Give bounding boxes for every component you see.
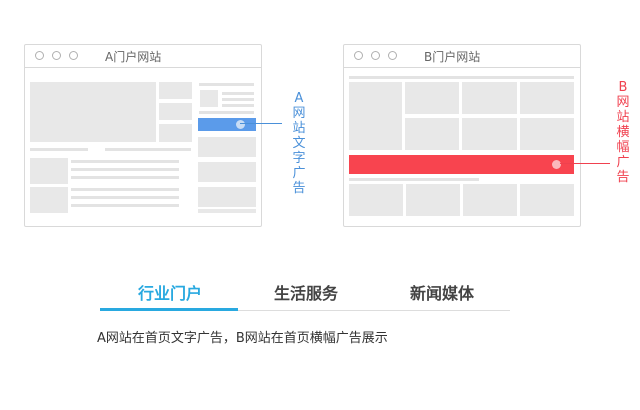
label-char: A bbox=[294, 91, 304, 106]
content-block bbox=[406, 184, 460, 216]
content-block bbox=[520, 184, 574, 216]
tab-industry-portal[interactable]: 行业门户 bbox=[100, 280, 240, 304]
connector-line-a bbox=[240, 123, 282, 124]
content-block bbox=[349, 82, 402, 150]
portal-b-window: B门户网站 bbox=[343, 44, 581, 227]
content-block bbox=[198, 187, 256, 207]
content-block bbox=[463, 184, 517, 216]
window-dot-icon bbox=[52, 51, 61, 60]
portal-a-title: A门户网站 bbox=[105, 50, 162, 64]
content-block bbox=[405, 82, 459, 114]
window-dot-icon bbox=[388, 51, 397, 60]
content-block bbox=[159, 124, 192, 142]
content-block bbox=[462, 82, 517, 114]
window-dot-icon bbox=[371, 51, 380, 60]
text-line bbox=[349, 178, 479, 181]
label-char: 字 bbox=[292, 151, 306, 166]
connector-line-b bbox=[560, 163, 610, 164]
portal-a-titlebar: A门户网站 bbox=[25, 45, 261, 68]
label-char: 广 bbox=[292, 166, 306, 181]
tab-life-services[interactable]: 生活服务 bbox=[236, 280, 376, 304]
label-char: 站 bbox=[292, 121, 306, 136]
content-block bbox=[520, 82, 574, 114]
text-line bbox=[71, 176, 179, 179]
content-block bbox=[159, 82, 192, 99]
window-dot-icon bbox=[354, 51, 363, 60]
text-line bbox=[71, 168, 179, 171]
text-line bbox=[71, 188, 179, 191]
window-dot-icon bbox=[35, 51, 44, 60]
text-line bbox=[105, 148, 191, 151]
content-block bbox=[405, 118, 459, 150]
content-block bbox=[30, 158, 68, 184]
label-char: 网 bbox=[616, 95, 630, 110]
portal-a-window: A门户网站 bbox=[24, 44, 262, 227]
tab-description: A网站在首页文字广告，B网站在首页横幅广告展示 bbox=[97, 331, 388, 346]
label-char: 文 bbox=[292, 136, 306, 151]
banner-ad-bar bbox=[349, 155, 574, 174]
window-dot-icon bbox=[69, 51, 78, 60]
ad-marker-dot bbox=[552, 160, 561, 169]
text-line bbox=[71, 160, 179, 163]
content-block bbox=[349, 184, 403, 216]
label-char: 幅 bbox=[616, 140, 630, 155]
label-char: 广 bbox=[616, 155, 630, 170]
content-block bbox=[159, 103, 192, 120]
text-line bbox=[222, 92, 254, 95]
text-line bbox=[349, 76, 574, 79]
label-text-ad: A 网 站 文 字 广 告 bbox=[290, 91, 308, 196]
tab-news-media[interactable]: 新闻媒体 bbox=[372, 280, 512, 304]
thumb-block bbox=[200, 90, 218, 107]
label-char: 网 bbox=[292, 106, 306, 121]
text-line bbox=[222, 98, 254, 101]
label-char: 告 bbox=[292, 181, 306, 196]
content-block bbox=[198, 209, 256, 213]
content-block bbox=[198, 137, 256, 157]
tab-active-indicator bbox=[100, 308, 238, 311]
text-line bbox=[71, 196, 179, 199]
text-line bbox=[199, 111, 254, 114]
ad-marker-dot bbox=[236, 120, 245, 129]
label-banner-ad: B 网 站 横 幅 广 告 bbox=[614, 80, 632, 185]
content-block bbox=[520, 118, 574, 150]
label-char: 站 bbox=[616, 110, 630, 125]
text-line bbox=[30, 148, 88, 151]
content-block bbox=[198, 162, 256, 182]
text-line bbox=[222, 104, 254, 107]
text-line bbox=[199, 83, 254, 86]
portal-b-titlebar: B门户网站 bbox=[344, 45, 580, 68]
text-ad-bar bbox=[198, 118, 256, 131]
label-char: 告 bbox=[616, 170, 630, 185]
content-block bbox=[462, 118, 517, 150]
label-char: 横 bbox=[616, 125, 630, 140]
portal-b-title: B门户网站 bbox=[424, 50, 481, 64]
content-block bbox=[30, 82, 156, 142]
text-line bbox=[71, 204, 179, 207]
label-char: B bbox=[618, 80, 628, 95]
content-block bbox=[30, 187, 68, 213]
